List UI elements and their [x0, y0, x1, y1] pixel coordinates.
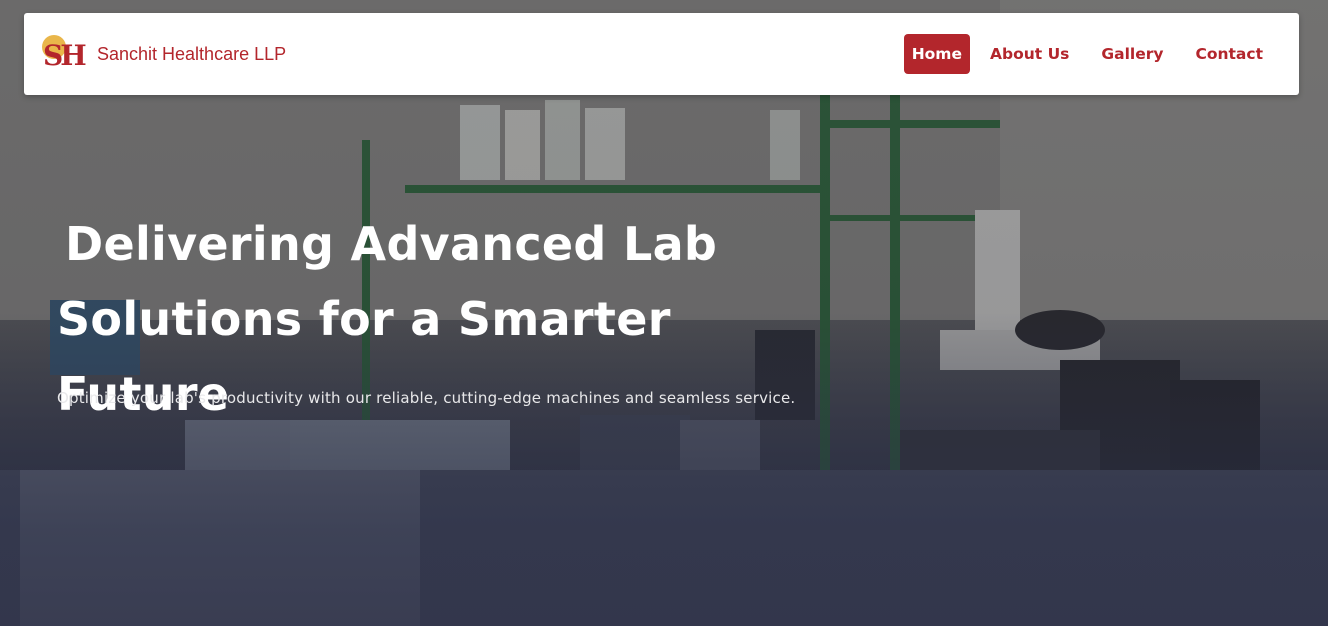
- brand-link[interactable]: SH Sanchit Healthcare LLP: [41, 34, 286, 74]
- nav-item-about-us[interactable]: About Us: [978, 35, 1081, 73]
- navbar: SH Sanchit Healthcare LLP Home About Us …: [24, 13, 1299, 95]
- nav-item-home[interactable]: Home: [903, 34, 970, 74]
- brand-name: Sanchit Healthcare LLP: [97, 43, 287, 64]
- hero-headline-line1: Delivering Advanced Lab: [65, 217, 718, 271]
- nav-item-contact[interactable]: Contact: [1183, 35, 1275, 73]
- brand-logo: SH: [41, 34, 89, 74]
- logo-lettermark: SH: [43, 39, 87, 72]
- hero-subtitle: Optimize your lab's productivity with ou…: [57, 389, 796, 407]
- hero-headline-line2: Solutions for a Smarter Future: [57, 292, 671, 421]
- nav-item-gallery[interactable]: Gallery: [1089, 35, 1175, 73]
- main-nav: Home About Us Gallery Contact: [903, 34, 1275, 74]
